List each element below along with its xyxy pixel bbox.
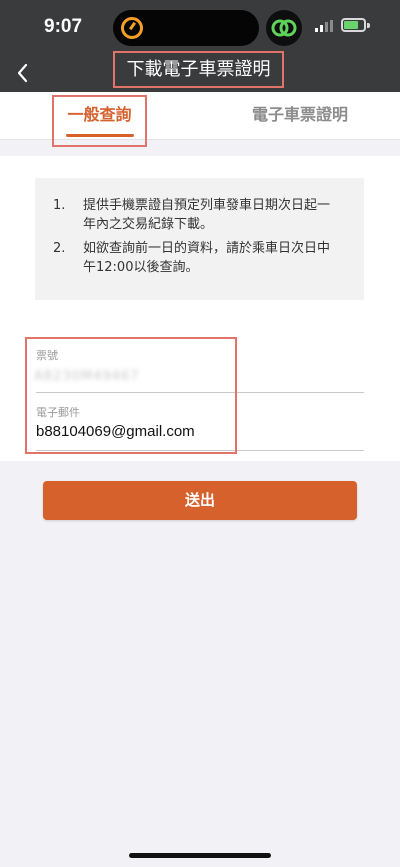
chevron-left-icon[interactable] xyxy=(14,62,32,84)
tab-e-ticket-certificate[interactable]: 電子車票證明 xyxy=(230,92,370,140)
tab-highlight-box xyxy=(52,95,147,147)
notice-box: 1. 提供手機票證自預定列車發車日期次日起一年內之交易紀錄下載。 2. 如欲查詢… xyxy=(35,178,364,300)
notice-item: 1. 提供手機票證自預定列車發車日期次日起一年內之交易紀錄下載。 xyxy=(53,198,331,232)
timer-icon xyxy=(121,17,143,39)
status-time: 9:07 xyxy=(44,16,83,37)
linked-app-icon xyxy=(266,10,302,46)
title-highlight-box xyxy=(113,51,284,88)
home-indicator xyxy=(129,853,271,858)
signal-icon xyxy=(315,20,333,32)
status-bar: 9:07 xyxy=(0,0,400,52)
fields-highlight-box xyxy=(25,337,237,454)
notice-item: 2. 如欲查詢前一日的資料，請於乘車日次日中午12:00以後查詢。 xyxy=(53,241,331,275)
submit-button[interactable]: 送出 xyxy=(43,481,357,520)
battery-charging-icon xyxy=(341,18,366,32)
dynamic-island xyxy=(113,10,259,46)
